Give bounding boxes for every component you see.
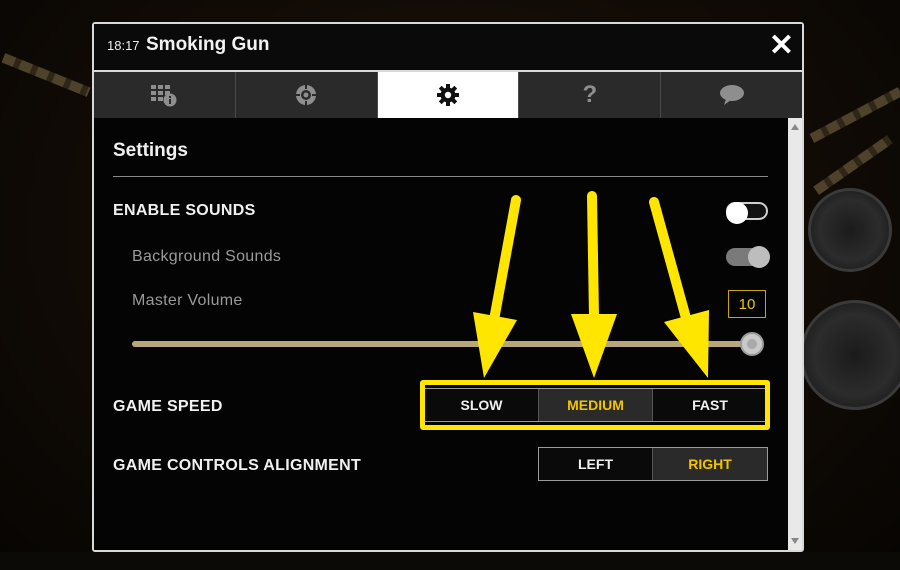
annotation-arrow xyxy=(649,197,709,378)
annotation-arrow xyxy=(473,195,521,378)
annotation-arrow xyxy=(571,191,617,378)
annotation-arrows xyxy=(473,191,709,378)
